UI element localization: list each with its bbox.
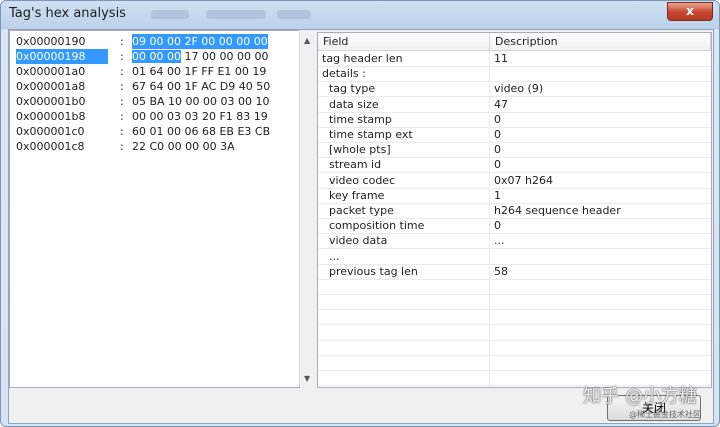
description-cell: 58	[494, 264, 508, 278]
field-cell: packet type	[322, 204, 394, 217]
field-cell: [whole pts]	[322, 143, 391, 157]
description-cell: 1	[494, 188, 501, 202]
vertical-scrollbar[interactable]: ▲ ▼	[299, 30, 316, 386]
empty-row[interactable]	[318, 309, 711, 326]
hex-address: 0x000001b0	[16, 95, 86, 108]
hex-colon: :	[120, 35, 124, 48]
table-row[interactable]: details :	[318, 66, 711, 83]
blurred-title-text	[277, 10, 311, 19]
hex-address: 0x000001a8	[16, 80, 86, 93]
field-cell: composition time	[322, 219, 425, 233]
hex-colon: :	[120, 65, 124, 78]
table-row[interactable]: previous tag len 58	[318, 264, 711, 280]
hex-colon: :	[120, 125, 124, 138]
blurred-title-text	[151, 10, 189, 19]
table-row[interactable]: tag header len 11	[318, 51, 711, 67]
field-cell: video codec	[322, 173, 396, 187]
column-header-description[interactable]: Description	[490, 33, 711, 50]
field-cell: tag type	[322, 82, 376, 96]
field-cell: previous tag len	[322, 264, 418, 278]
description-cell: 0	[494, 158, 501, 172]
hex-bytes-selected: 09 00 00 2F 00 00 00 00	[132, 34, 268, 49]
field-cell: time stamp ext	[322, 128, 413, 141]
blurred-title-text	[206, 10, 266, 19]
description-cell: 0	[494, 143, 501, 157]
hex-address: 0x000001c0	[16, 125, 85, 138]
empty-row[interactable]	[318, 325, 711, 341]
table-row[interactable]: key frame 1	[318, 188, 711, 204]
hex-bytes: 22 C0 00 00 00 3A	[132, 140, 235, 153]
field-cell: details :	[322, 67, 366, 81]
description-cell: ...	[494, 234, 505, 248]
empty-row[interactable]	[318, 340, 711, 356]
table-row[interactable]: data size 47	[318, 97, 711, 113]
field-cell: ...	[322, 249, 340, 263]
hex-colon: :	[120, 50, 124, 63]
field-cell: tag header len	[322, 52, 403, 65]
description-cell: 0	[494, 219, 501, 233]
hex-bytes-selected: 00 00 00	[132, 50, 181, 63]
field-cell: video data	[322, 234, 388, 248]
description-cell: 0	[494, 112, 501, 126]
hex-address-selected: 0x00000198	[16, 49, 108, 64]
hex-bytes: 60 01 00 06 68 EB E3 CB	[132, 125, 271, 138]
empty-row[interactable]	[318, 279, 711, 295]
field-cell: data size	[322, 97, 379, 111]
list-header: Field Description	[318, 33, 711, 51]
table-row[interactable]: ...	[318, 249, 711, 265]
hex-address: 0x00000190	[16, 35, 86, 48]
description-cell: 0	[494, 128, 501, 141]
table-row[interactable]: time stamp 0	[318, 112, 711, 128]
hex-address: 0x000001c8	[16, 140, 85, 153]
hex-bytes: 00 00 00 17 00 00 00 00	[132, 49, 268, 64]
hex-bytes: 67 64 00 1F AC D9 40 50	[132, 80, 271, 93]
empty-row[interactable]	[318, 294, 711, 311]
table-row[interactable]: video codec 0x07 h264	[318, 173, 711, 189]
description-cell: video (9)	[494, 82, 544, 96]
title-bar[interactable]: Tag's hex analysis x	[1, 1, 719, 28]
watermark: 知乎 @小方糖	[583, 386, 697, 407]
field-cell: stream id	[322, 158, 382, 172]
table-row[interactable]: [whole pts] 0	[318, 142, 711, 159]
table-row[interactable]: packet type h264 sequence header	[318, 203, 711, 219]
description-cell: 0x07 h264	[494, 173, 553, 187]
hex-bytes: 01 64 00 1F FF E1 00 19	[132, 65, 267, 78]
description-cell: 11	[494, 52, 508, 65]
scroll-down-icon[interactable]: ▼	[304, 374, 310, 383]
table-row[interactable]: tag type video (9)	[318, 81, 711, 98]
table-row[interactable]: composition time 0	[318, 218, 711, 235]
field-list[interactable]: Field Description tag header len 11 detail…	[317, 32, 712, 388]
scroll-up-icon[interactable]: ▲	[304, 36, 310, 45]
table-row[interactable]: stream id 0	[318, 157, 711, 174]
field-cell: key frame	[322, 188, 385, 202]
hex-colon: :	[120, 140, 124, 153]
hex-address: 0x000001a0	[16, 65, 86, 78]
hex-colon: :	[120, 110, 124, 123]
hex-view[interactable]: 0x00000190 : 09 00 00 2F 00 00 00 00 0x0…	[9, 30, 300, 388]
column-header-field[interactable]: Field	[318, 33, 490, 50]
hex-bytes: 05 BA 10 00 00 03 00 10	[132, 95, 270, 108]
hex-analysis-window: Tag's hex analysis x 0x00000190 : 09 00 …	[0, 0, 720, 427]
hex-address: 0x000001b8	[16, 110, 86, 123]
description-cell: h264 sequence header	[494, 204, 621, 217]
hex-bytes-rest: 17 00 00 00 00	[184, 50, 269, 63]
window-close-button[interactable]: x	[667, 2, 713, 21]
window-title: Tag's hex analysis	[9, 6, 126, 21]
dialog-client: 0x00000190 : 09 00 00 2F 00 00 00 00 0x0…	[8, 29, 714, 424]
watermark-sub: @稀土掘金技术社区	[629, 410, 701, 419]
hex-colon: :	[120, 80, 124, 93]
empty-row[interactable]	[318, 355, 711, 371]
table-row[interactable]: time stamp ext 0	[318, 127, 711, 143]
hex-colon: :	[120, 95, 124, 108]
hex-bytes: 00 00 03 03 20 F1 83 19	[132, 110, 268, 123]
field-cell: time stamp	[322, 112, 392, 126]
description-cell: 47	[494, 97, 508, 111]
table-row[interactable]: video data...	[318, 233, 711, 250]
